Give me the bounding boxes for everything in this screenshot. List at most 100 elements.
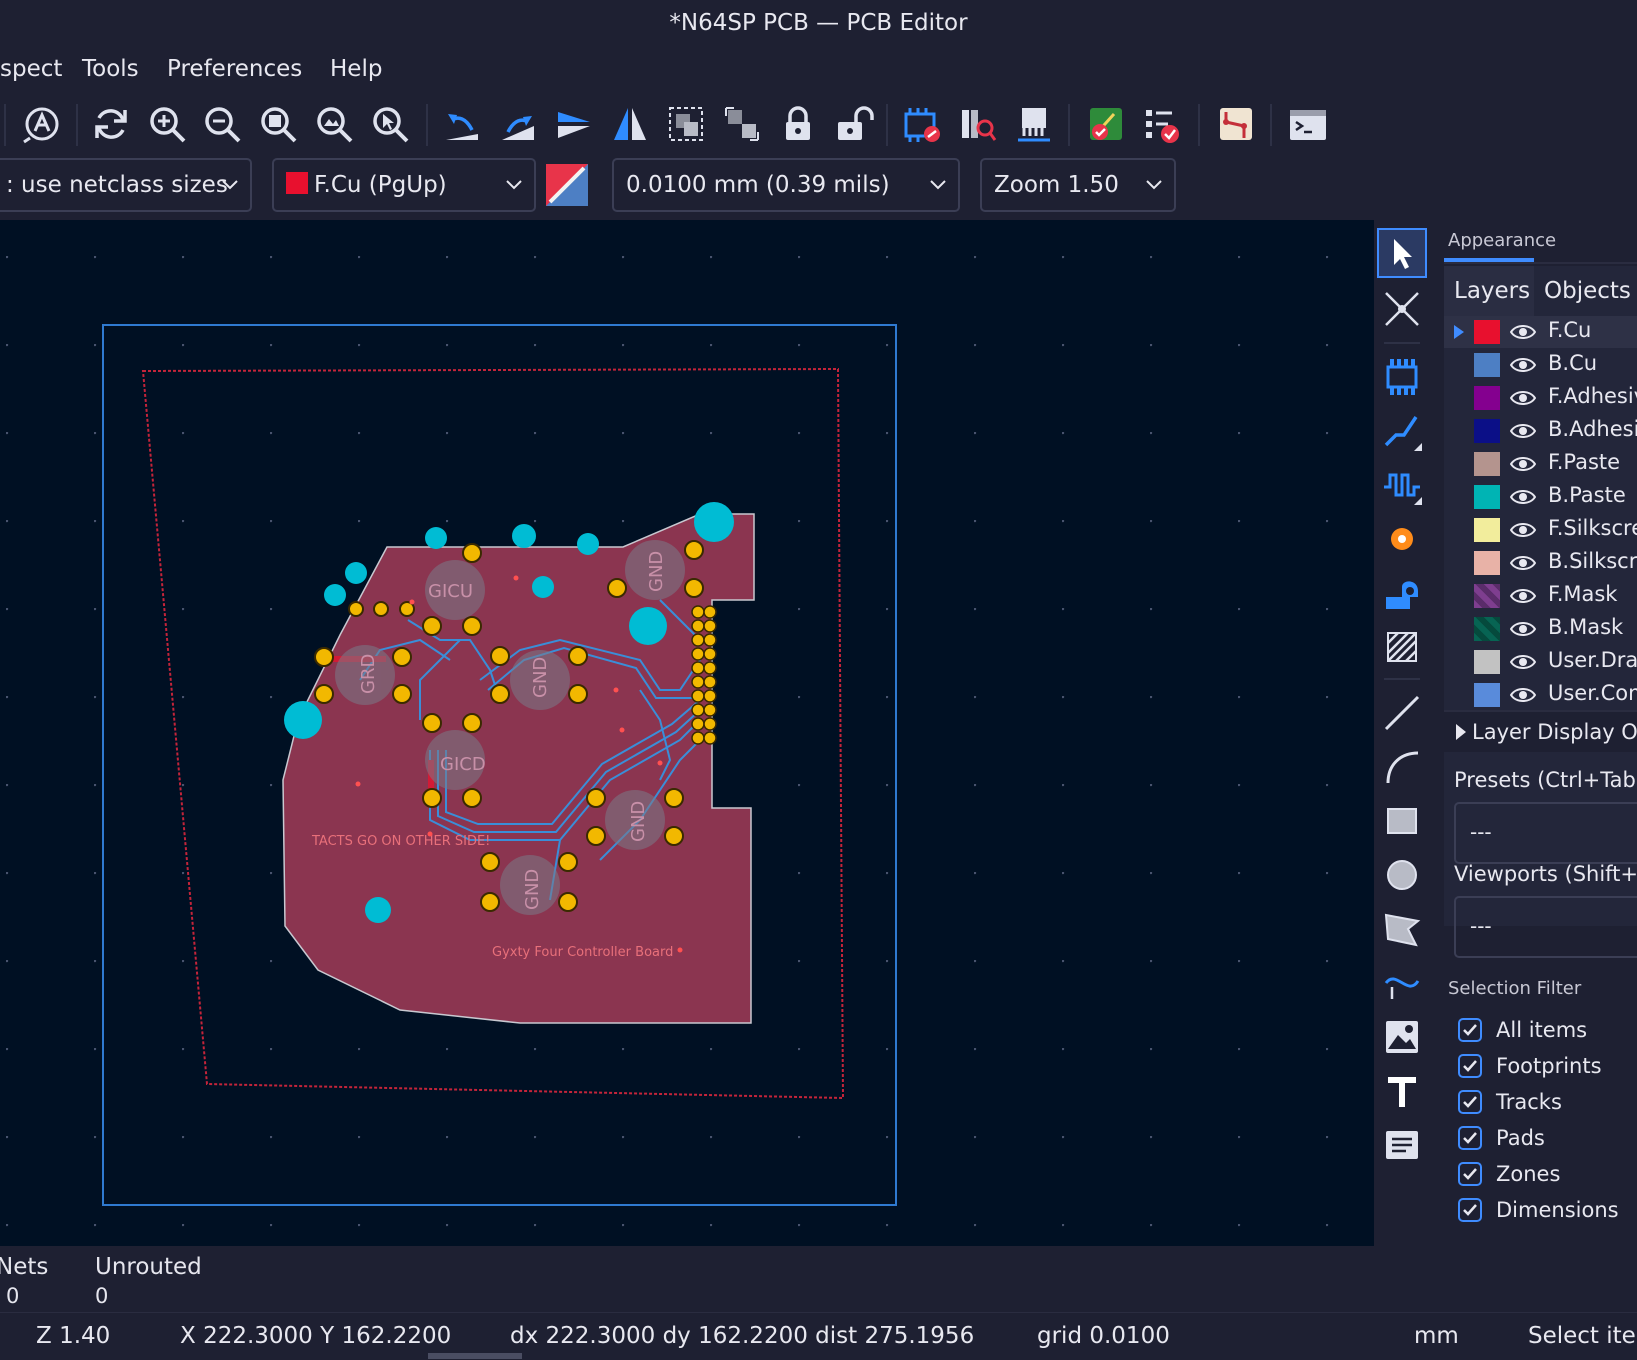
layer-row-fmask[interactable]: F.Mask	[1444, 580, 1637, 612]
drc-icon[interactable]	[1084, 102, 1128, 146]
layer-row-userdrawings[interactable]: User.Drawings	[1444, 646, 1637, 678]
layer-swatch[interactable]	[1474, 485, 1500, 509]
arc-icon[interactable]	[1377, 742, 1427, 792]
polygon-icon[interactable]	[1377, 904, 1427, 954]
tune-length-icon[interactable]	[1377, 460, 1427, 510]
zone-icon[interactable]	[1377, 622, 1427, 672]
place-footprint-icon[interactable]	[1377, 352, 1427, 402]
edit-text-icon[interactable]	[20, 102, 64, 146]
eye-icon[interactable]	[1510, 586, 1536, 606]
pcb-canvas[interactable]: TACTS GO ON OTHER SIDE! Gyxty Four Contr…	[0, 220, 1374, 1246]
layer-swatch[interactable]	[1474, 452, 1500, 476]
line-icon[interactable]	[1377, 688, 1427, 738]
tab-layers[interactable]: Layers	[1444, 266, 1534, 316]
layer-swatch[interactable]	[1474, 386, 1500, 410]
flip-icon[interactable]	[552, 102, 596, 146]
text-icon[interactable]	[1377, 1066, 1427, 1116]
unlock-icon[interactable]	[832, 102, 876, 146]
board-setup-icon[interactable]	[1140, 102, 1184, 146]
scripting-console-icon[interactable]	[1286, 102, 1330, 146]
netlist-update-icon[interactable]	[900, 102, 944, 146]
footprint-editor-icon[interactable]	[1012, 102, 1056, 146]
teardrop-icon[interactable]	[1377, 568, 1427, 618]
library-browser-icon[interactable]	[956, 102, 1000, 146]
menu-tools[interactable]: Tools	[82, 56, 139, 82]
zoom-objects-icon[interactable]	[312, 102, 356, 146]
eye-icon[interactable]	[1510, 454, 1536, 474]
checkbox[interactable]	[1458, 1126, 1482, 1150]
h-scrollbar-thumb[interactable]	[428, 1353, 522, 1359]
layer-row-fadhesive[interactable]: F.Adhesive	[1444, 382, 1637, 414]
layer-row-bmask[interactable]: B.Mask	[1444, 613, 1637, 645]
redo-icon[interactable]	[496, 102, 540, 146]
undo-icon[interactable]	[440, 102, 484, 146]
eye-icon[interactable]	[1510, 355, 1536, 375]
layer-swatch[interactable]	[1474, 617, 1500, 641]
lock-icon[interactable]	[776, 102, 820, 146]
layer-row-bpaste[interactable]: B.Paste	[1444, 481, 1637, 513]
tab-objects[interactable]: Objects	[1534, 266, 1637, 316]
layer-row-fpaste[interactable]: F.Paste	[1444, 448, 1637, 480]
layer-row-usercomments[interactable]: User.Comments	[1444, 679, 1637, 711]
eye-icon[interactable]	[1510, 652, 1536, 672]
checkbox[interactable]	[1458, 1198, 1482, 1222]
eye-icon[interactable]	[1510, 553, 1536, 573]
layer-row-badhesive[interactable]: B.Adhesive	[1444, 415, 1637, 447]
layer-swatch[interactable]	[1474, 584, 1500, 608]
circle-icon[interactable]	[1377, 850, 1427, 900]
menu-inspect[interactable]: spect	[0, 56, 62, 82]
layer-swatch[interactable]	[1474, 419, 1500, 443]
mirror-icon[interactable]	[608, 102, 652, 146]
rectangle-icon[interactable]	[1377, 796, 1427, 846]
route-track-icon[interactable]	[1377, 406, 1427, 456]
image-icon[interactable]	[1377, 1012, 1427, 1062]
filter-label: Pads	[1496, 1126, 1545, 1150]
checkbox[interactable]	[1458, 1162, 1482, 1186]
viewports-select[interactable]: ---	[1454, 896, 1637, 958]
layer-swatch[interactable]	[1474, 320, 1500, 344]
zoom-in-icon[interactable]	[145, 102, 189, 146]
layer-swatch[interactable]	[1474, 683, 1500, 707]
select-arrow-icon[interactable]	[1377, 228, 1427, 278]
zoom-fit-icon[interactable]	[256, 102, 300, 146]
chevron-down-icon	[1146, 180, 1162, 190]
layer-swatch[interactable]	[1474, 650, 1500, 674]
group-icon[interactable]	[664, 102, 708, 146]
presets-select[interactable]: ---	[1454, 802, 1637, 864]
route-icon[interactable]	[1214, 102, 1258, 146]
checkbox[interactable]	[1458, 1054, 1482, 1078]
eye-icon[interactable]	[1510, 520, 1536, 540]
menu-help[interactable]: Help	[330, 56, 382, 82]
layer-row-fsilkscreen[interactable]: F.Silkscreen	[1444, 514, 1637, 546]
eye-icon[interactable]	[1510, 685, 1536, 705]
ungroup-icon[interactable]	[720, 102, 764, 146]
local-ratsnest-icon[interactable]	[1377, 284, 1427, 334]
layer-row-bsilkscreen[interactable]: B.Silkscreen	[1444, 547, 1637, 579]
zoom-selection-icon[interactable]	[368, 102, 412, 146]
layer-pair-icon[interactable]	[546, 164, 588, 206]
nets-label: Nets	[0, 1254, 49, 1280]
layer-swatch[interactable]	[1474, 518, 1500, 542]
layer-select[interactable]: F.Cu (PgUp)	[272, 158, 536, 212]
refresh-icon[interactable]	[89, 102, 133, 146]
eye-icon[interactable]	[1510, 388, 1536, 408]
zoom-select[interactable]: Zoom 1.50	[980, 158, 1176, 212]
eye-icon[interactable]	[1510, 619, 1536, 639]
track-width-select[interactable]: : use netclass sizes	[0, 158, 252, 212]
layer-row-fcu[interactable]: F.Cu	[1444, 316, 1637, 348]
layer-display-options-toggle[interactable]: Layer Display Options	[1444, 710, 1637, 752]
menu-preferences[interactable]: Preferences	[167, 56, 302, 82]
textbox-icon[interactable]	[1377, 1120, 1427, 1170]
grid-select[interactable]: 0.0100 mm (0.39 mils)	[612, 158, 960, 212]
checkbox[interactable]	[1458, 1018, 1482, 1042]
layer-swatch[interactable]	[1474, 551, 1500, 575]
zoom-out-icon[interactable]	[200, 102, 244, 146]
eye-icon[interactable]	[1510, 487, 1536, 507]
layer-row-bcu[interactable]: B.Cu	[1444, 349, 1637, 381]
checkbox[interactable]	[1458, 1090, 1482, 1114]
bezier-icon[interactable]	[1377, 958, 1427, 1008]
eye-icon[interactable]	[1510, 421, 1536, 441]
layer-swatch[interactable]	[1474, 353, 1500, 377]
eye-icon[interactable]	[1510, 322, 1536, 342]
via-icon[interactable]	[1377, 514, 1427, 564]
